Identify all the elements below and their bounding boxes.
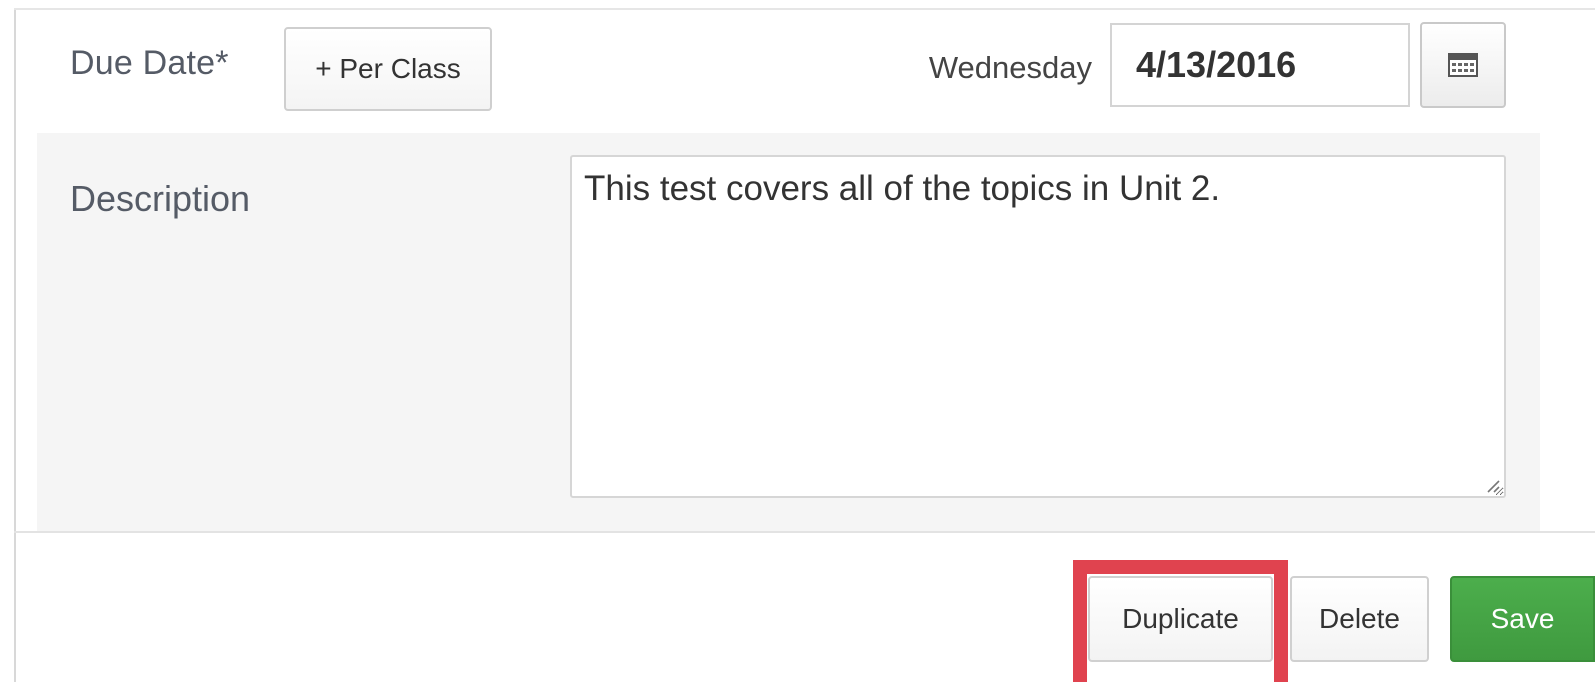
per-class-button[interactable]: + Per Class: [284, 27, 492, 111]
assignment-form: Due Date* + Per Class Wednesday Descript…: [0, 0, 1595, 682]
calendar-icon: [1448, 53, 1478, 77]
description-label: Description: [70, 178, 251, 219]
delete-button[interactable]: Delete: [1290, 576, 1429, 662]
footer-divider: [14, 531, 1595, 533]
due-date-label: Due Date*: [70, 44, 229, 82]
save-button[interactable]: Save: [1450, 576, 1595, 662]
due-date-input[interactable]: [1110, 23, 1410, 107]
description-textarea[interactable]: This test covers all of the topics in Un…: [570, 155, 1506, 498]
resize-grip-icon[interactable]: [1484, 477, 1500, 493]
duplicate-button[interactable]: Duplicate: [1088, 576, 1273, 662]
due-date-weekday: Wednesday: [928, 50, 1092, 85]
form-top-border: [14, 8, 1595, 10]
calendar-button[interactable]: [1420, 22, 1506, 108]
form-left-border: [14, 10, 16, 682]
